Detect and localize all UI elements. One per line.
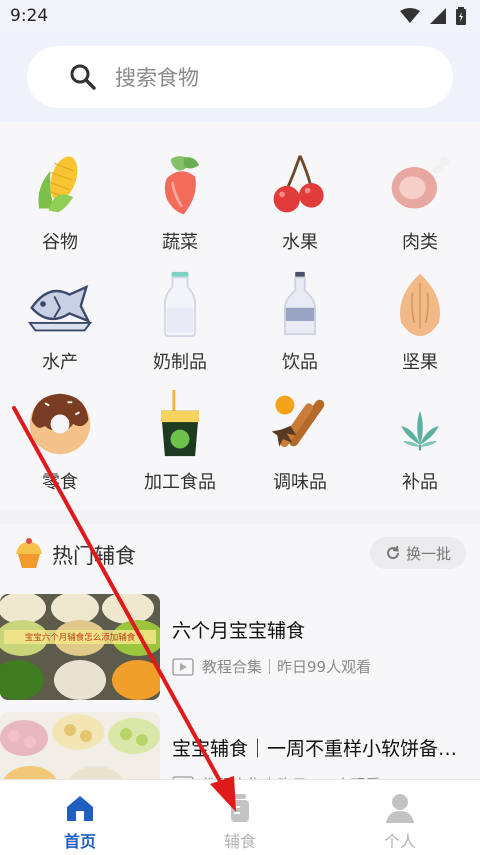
recipe-meta-text: 教程合集｜昨日99人观看 bbox=[202, 658, 372, 676]
tab-label: 个人 bbox=[383, 832, 416, 851]
status-time: 9:24 bbox=[10, 6, 49, 26]
recipe-thumbnail bbox=[0, 712, 160, 784]
category-seafood[interactable]: 水产 bbox=[0, 262, 120, 374]
category-grid: 谷物 蔬菜 水果 肉类 水产 奶制品 饮品 坚果 零食 加工食品 调味品 补品 bbox=[0, 122, 480, 510]
category-drinks[interactable]: 饮品 bbox=[240, 262, 360, 374]
recipe-meta: 教程合集｜昨日99人观看 bbox=[172, 656, 371, 677]
category-condiments[interactable]: 调味品 bbox=[240, 382, 360, 494]
wifi-icon bbox=[400, 8, 420, 23]
category-label: 水产 bbox=[42, 352, 78, 373]
category-nuts[interactable]: 坚果 bbox=[360, 262, 480, 374]
tab-profile[interactable]: 个人 bbox=[320, 780, 480, 855]
refresh-button[interactable]: 换一批 bbox=[370, 537, 466, 569]
category-supplements[interactable]: 补品 bbox=[360, 382, 480, 494]
battery-icon bbox=[456, 7, 466, 25]
recipe-title: 六个月宝宝辅食 bbox=[172, 620, 306, 642]
category-label: 蔬菜 bbox=[162, 232, 198, 253]
fish-icon bbox=[27, 284, 93, 332]
signal-icon bbox=[430, 8, 446, 24]
thumbnail-caption: 宝宝六个月辅食怎么添加辅食 bbox=[25, 632, 136, 643]
hot-section: 热门辅食 换一批 宝宝六个月辅食怎么添加辅食 六个月宝宝辅食 教程合集｜昨日99… bbox=[0, 524, 480, 784]
radish-icon bbox=[164, 156, 199, 215]
tab-label: 首页 bbox=[63, 832, 96, 851]
category-label: 坚果 bbox=[402, 352, 438, 373]
hot-section-title: 热门辅食 bbox=[52, 544, 136, 568]
tab-label: 辅食 bbox=[223, 832, 256, 851]
search-icon bbox=[70, 64, 96, 90]
baby-bottle-icon bbox=[231, 794, 249, 822]
cupcake-icon bbox=[16, 538, 42, 568]
category-label: 调味品 bbox=[273, 472, 327, 493]
category-dairy[interactable]: 奶制品 bbox=[120, 262, 240, 374]
packaged-food-icon bbox=[161, 390, 199, 457]
home-icon bbox=[67, 796, 93, 821]
category-label: 补品 bbox=[402, 472, 438, 493]
herb-icon bbox=[401, 410, 439, 451]
donut-icon bbox=[29, 393, 91, 455]
recipe-item[interactable]: 宝宝辅食｜一周不重样小软饼备… 教程合集｜昨日214人观看 bbox=[0, 712, 480, 784]
milk-bottle-icon bbox=[163, 271, 197, 338]
corn-icon bbox=[38, 156, 78, 213]
category-label: 谷物 bbox=[42, 232, 78, 253]
tab-baby-food[interactable]: 辅食 bbox=[160, 780, 320, 855]
user-icon bbox=[386, 794, 414, 823]
status-icons bbox=[400, 7, 466, 25]
video-icon bbox=[172, 657, 194, 676]
cherry-icon bbox=[273, 155, 324, 213]
bottom-tab-bar: 首页 辅食 个人 bbox=[0, 779, 480, 855]
category-label: 奶制品 bbox=[153, 352, 207, 373]
category-label: 零食 bbox=[42, 472, 78, 493]
almond-icon bbox=[400, 273, 440, 337]
status-bar: 9:24 bbox=[0, 0, 480, 32]
ham-icon bbox=[391, 156, 450, 209]
category-fruit[interactable]: 水果 bbox=[240, 142, 360, 254]
refresh-icon bbox=[387, 545, 399, 560]
hot-section-header: 热门辅食 换一批 bbox=[0, 524, 480, 584]
search-placeholder: 搜索食物 bbox=[115, 66, 199, 90]
recipe-title: 宝宝辅食｜一周不重样小软饼备… bbox=[172, 738, 458, 760]
category-vegetable[interactable]: 蔬菜 bbox=[120, 142, 240, 254]
category-processed-food[interactable]: 加工食品 bbox=[120, 382, 240, 494]
category-snacks[interactable]: 零食 bbox=[0, 382, 120, 494]
search-bar[interactable]: 搜索食物 bbox=[27, 46, 453, 108]
refresh-label: 换一批 bbox=[405, 544, 451, 563]
header: 搜索食物 bbox=[0, 32, 480, 122]
drink-bottle-icon bbox=[283, 271, 317, 336]
spices-icon bbox=[271, 395, 325, 448]
tab-home[interactable]: 首页 bbox=[0, 780, 160, 855]
category-meat[interactable]: 肉类 bbox=[360, 142, 480, 254]
category-label: 肉类 bbox=[402, 232, 438, 253]
category-label: 水果 bbox=[282, 232, 318, 253]
category-label: 加工食品 bbox=[144, 472, 216, 493]
recipe-item[interactable]: 宝宝六个月辅食怎么添加辅食 六个月宝宝辅食 教程合集｜昨日99人观看 bbox=[0, 594, 480, 704]
category-label: 饮品 bbox=[282, 352, 318, 373]
recipe-thumbnail: 宝宝六个月辅食怎么添加辅食 bbox=[0, 594, 160, 700]
category-grain[interactable]: 谷物 bbox=[0, 142, 120, 254]
